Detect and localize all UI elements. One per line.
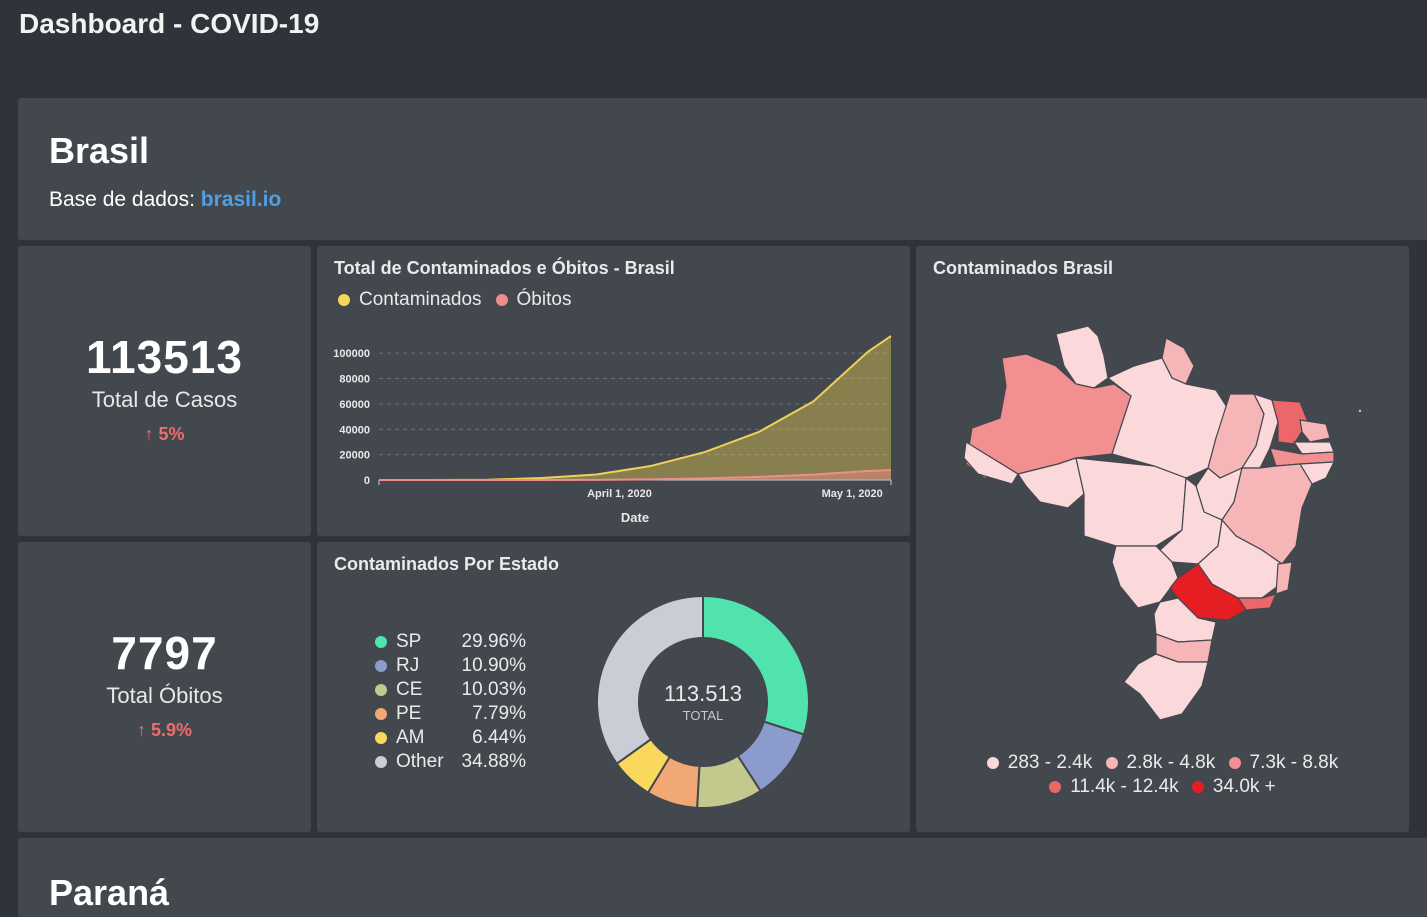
y-tick-label: 0	[364, 475, 370, 487]
map-legend-item[interactable]: 11.4k - 12.4k	[1049, 776, 1179, 798]
parana-title: Paraná	[49, 872, 170, 913]
total-deaths-card: 7797 Total Óbitos ↑ 5.9%	[18, 542, 311, 832]
y-tick-label: 100000	[333, 348, 370, 360]
region-title: Brasil	[49, 130, 150, 171]
map-legend-label: 283 - 2.4k	[1007, 752, 1093, 773]
total-cases-value: 113513	[86, 331, 243, 383]
trend-up-icon: ↑	[136, 720, 146, 740]
legend-dot	[1191, 781, 1204, 793]
data-source: Base de dados: brasil.io	[49, 188, 281, 212]
trend-up-icon: ↑	[144, 424, 154, 444]
parana-header-card: Paraná	[18, 838, 1427, 917]
donut-center-label: TOTAL	[683, 708, 724, 723]
map-legend-item[interactable]: 7.3k - 8.8k	[1228, 752, 1339, 774]
map-state-es[interactable]	[1275, 561, 1293, 595]
total-cases-change-value: 5%	[158, 424, 185, 444]
map-state-rs[interactable]	[1123, 653, 1209, 721]
donut-slice-other[interactable]	[596, 594, 704, 766]
data-source-label: Base de dados:	[49, 188, 195, 211]
brazil-map-card: Contaminados Brasil 283 - 2.4k 2.8k - 4.…	[916, 246, 1409, 832]
map-legend-row-1: 283 - 2.4k 2.8k - 4.8k 7.3k - 8.8k	[916, 752, 1409, 775]
total-deaths-change-value: 5.9%	[150, 720, 193, 740]
y-tick-label: 60000	[339, 399, 370, 411]
x-tick-label: April 1, 2020	[587, 488, 652, 500]
brasil-header-card: Brasil Base de dados: brasil.io	[18, 98, 1427, 240]
map-island-dot	[1358, 409, 1362, 413]
y-tick-label: 40000	[339, 424, 370, 436]
map-state-mt[interactable]	[1075, 457, 1187, 547]
top-bar: Dashboard - COVID-19	[0, 0, 1427, 60]
total-cases-card: 113513 Total de Casos ↑ 5%	[18, 246, 311, 536]
map-legend-label: 7.3k - 8.8k	[1249, 752, 1339, 773]
data-source-link[interactable]: brasil.io	[201, 188, 282, 211]
map-legend-row-2: 11.4k - 12.4k 34.0k +	[916, 776, 1409, 799]
legend-dot	[986, 757, 999, 769]
map-legend-label: 34.0k +	[1212, 776, 1276, 797]
series-area-0	[379, 336, 891, 480]
y-tick-label: 20000	[339, 450, 370, 462]
app-title: Dashboard - COVID-19	[19, 8, 320, 39]
total-deaths-label: Total Óbitos	[106, 683, 223, 708]
map-legend-item[interactable]: 283 - 2.4k	[986, 752, 1093, 774]
brazil-map[interactable]	[916, 246, 1409, 832]
timeline-chart[interactable]: 0 20000 40000 60000 80000 100000 April 1, 2020…	[317, 246, 910, 536]
x-tick-label: May 1, 2020	[822, 488, 883, 500]
state-share-donut[interactable]: 113.513 TOTAL	[317, 542, 910, 832]
donut-center-value: 113.513	[664, 681, 742, 706]
x-axis-title: Date	[621, 510, 649, 525]
map-legend-item[interactable]: 34.0k +	[1191, 776, 1276, 798]
legend-dot	[1228, 757, 1241, 769]
legend-dot	[1105, 757, 1118, 769]
state-share-card: Contaminados Por Estado SP 29.96% RJ 10.90…	[317, 542, 910, 832]
map-legend-item[interactable]: 2.8k - 4.8k	[1105, 752, 1216, 774]
map-state-rn[interactable]	[1299, 419, 1331, 443]
total-cases-label: Total de Casos	[91, 387, 238, 412]
total-deaths-value: 7797	[111, 627, 218, 679]
legend-dot	[1049, 781, 1062, 793]
total-deaths-change: ↑ 5.9%	[18, 720, 311, 741]
total-cases-change: ↑ 5%	[18, 424, 311, 445]
timeline-chart-card[interactable]: Total de Contaminados e Óbitos - Brasil …	[317, 246, 910, 536]
map-legend-label: 2.8k - 4.8k	[1126, 752, 1216, 773]
y-tick-label: 80000	[339, 374, 370, 386]
map-legend-label: 11.4k - 12.4k	[1070, 776, 1179, 797]
